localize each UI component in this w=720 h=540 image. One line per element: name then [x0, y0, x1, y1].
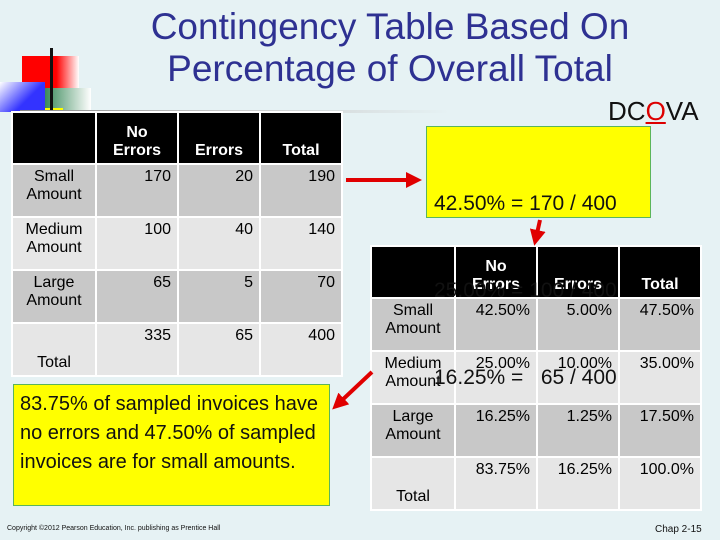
- page-number: Chap 2-15: [655, 524, 702, 535]
- arrow-down-left-icon: [332, 370, 374, 410]
- slide: Contingency Table Based On Percentage of…: [0, 0, 720, 540]
- arrows: [332, 172, 546, 410]
- copyright: Copyright ©2012 Pearson Education, Inc. …: [7, 525, 221, 532]
- arrow-down-icon: [529, 219, 546, 246]
